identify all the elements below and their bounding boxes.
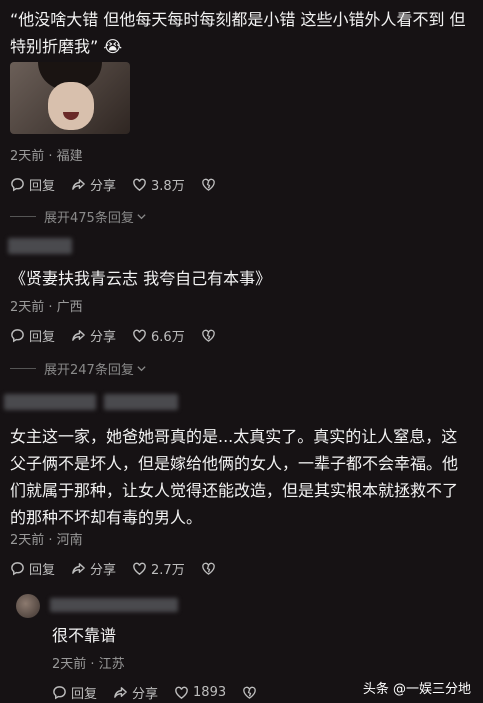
share-button[interactable]: 分享 xyxy=(71,326,116,345)
share-label: 分享 xyxy=(132,687,159,702)
reply-label: 回复 xyxy=(29,179,56,194)
reply-label: 回复 xyxy=(71,687,98,702)
chevron-down-icon xyxy=(137,214,146,220)
heart-icon xyxy=(133,329,146,342)
comment-meta: 2天前 · 河南 xyxy=(10,533,83,548)
username-redacted xyxy=(4,394,96,410)
reply-button[interactable]: 回复 xyxy=(52,683,97,702)
share-icon xyxy=(72,330,85,341)
like-button[interactable]: 1893 xyxy=(174,685,226,700)
comment-meta: 2天前 · 江苏 xyxy=(52,657,125,672)
comment-text: 女主这一家，她爸她哥真的是...太真实了。真实的让人窒息，这父子俩不是坏人，但是… xyxy=(10,427,459,527)
comment-actions: 回复 分享 3.8万 xyxy=(10,175,236,194)
share-icon xyxy=(72,179,85,190)
heart-icon xyxy=(133,562,146,575)
dislike-button[interactable] xyxy=(201,177,220,192)
reply-icon xyxy=(11,562,24,576)
comment-text: 《贤妻扶我青云志 我夸自己有本事》 xyxy=(10,269,272,288)
share-button[interactable]: 分享 xyxy=(113,683,158,702)
like-count: 6.6万 xyxy=(151,330,185,345)
comment-meta: 2天前 · 广西 xyxy=(10,300,83,315)
share-icon xyxy=(72,563,85,574)
expand-label: 展开247条回复 xyxy=(44,363,134,378)
like-button[interactable]: 6.6万 xyxy=(132,326,185,345)
broken-heart-icon xyxy=(201,562,215,575)
expand-replies[interactable]: 展开247条回复 xyxy=(10,359,147,378)
comment-meta: 2天前 · 福建 xyxy=(10,149,83,164)
share-label: 分享 xyxy=(90,330,117,345)
comment-actions: 回复 分享 6.6万 xyxy=(10,326,236,345)
share-button[interactable]: 分享 xyxy=(71,559,116,578)
comment-image[interactable] xyxy=(10,62,130,134)
like-button[interactable]: 2.7万 xyxy=(132,559,185,578)
like-count: 2.7万 xyxy=(151,563,185,578)
broken-heart-icon xyxy=(201,178,215,191)
comment-actions: 回复 分享 2.7万 xyxy=(10,559,236,578)
reply-button[interactable]: 回复 xyxy=(10,326,55,345)
heart-icon xyxy=(133,178,146,191)
divider xyxy=(10,368,36,369)
comment-actions: 回复 分享 1893 xyxy=(52,683,277,702)
divider xyxy=(10,216,36,217)
share-label: 分享 xyxy=(90,563,117,578)
chevron-down-icon xyxy=(137,366,146,372)
dislike-button[interactable] xyxy=(242,685,261,700)
expand-label: 展开475条回复 xyxy=(44,211,134,226)
username-redacted xyxy=(50,598,178,612)
broken-heart-icon xyxy=(201,329,215,342)
like-count: 3.8万 xyxy=(151,179,185,194)
broken-heart-icon xyxy=(243,686,256,699)
reply-button[interactable]: 回复 xyxy=(10,559,55,578)
like-count: 1893 xyxy=(193,685,227,700)
avatar[interactable] xyxy=(16,594,40,618)
reply-label: 回复 xyxy=(29,563,56,578)
dislike-button[interactable] xyxy=(201,561,220,576)
reply-button[interactable]: 回复 xyxy=(10,175,55,194)
username-redacted xyxy=(8,238,72,254)
reply-icon xyxy=(11,329,24,343)
share-button[interactable]: 分享 xyxy=(71,175,116,194)
expand-replies[interactable]: 展开475条回复 xyxy=(10,207,147,226)
watermark: 头条 @一娱三分地 xyxy=(362,682,471,697)
share-label: 分享 xyxy=(90,179,117,194)
heart-icon xyxy=(175,686,188,699)
username-redacted xyxy=(104,394,178,410)
reply-icon xyxy=(53,686,66,700)
share-icon xyxy=(114,687,127,698)
reply-label: 回复 xyxy=(29,330,56,345)
like-button[interactable]: 3.8万 xyxy=(132,175,185,194)
comment-text: 很不靠谱 xyxy=(52,626,117,645)
reply-icon xyxy=(11,178,24,192)
comment-text: “他没啥大错 但他每天每时每刻都是小错 这些小错外人看不到 但特别折磨我” 😭 xyxy=(10,10,466,56)
dislike-button[interactable] xyxy=(201,328,220,343)
